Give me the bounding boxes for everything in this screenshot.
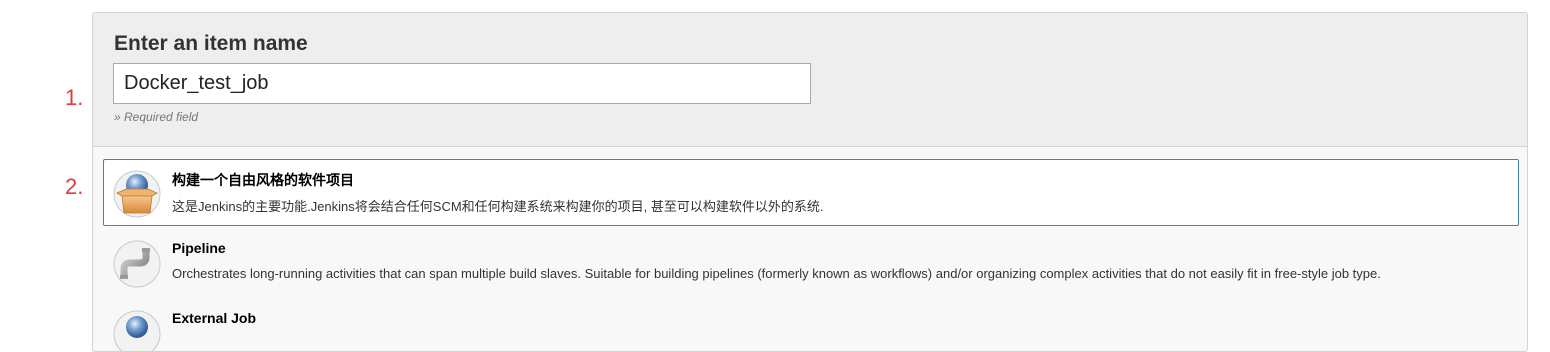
item-name-title: Enter an item name: [114, 32, 308, 55]
external-job-icon: [112, 309, 162, 351]
job-type-label: 构建一个自由风格的软件项目: [172, 172, 354, 188]
job-type-pipeline[interactable]: Pipeline Orchestrates long-running activ…: [103, 229, 1519, 296]
job-type-freestyle[interactable]: 构建一个自由风格的软件项目 这是Jenkins的主要功能.Jenkins将会结合…: [103, 159, 1519, 226]
new-item-panel: Enter an item name » Required field: [92, 12, 1528, 352]
annotation-step-2: 2.: [65, 174, 84, 199]
required-field-hint: » Required field: [114, 110, 199, 124]
job-type-label: Pipeline: [172, 240, 226, 256]
job-type-list: 构建一个自由风格的软件项目 这是Jenkins的主要功能.Jenkins将会结合…: [103, 159, 1519, 351]
annotation-step-1: 1.: [65, 85, 84, 110]
job-type-description: 这是Jenkins的主要功能.Jenkins将会结合任何SCM和任何构建系统来构…: [172, 199, 824, 214]
freestyle-project-icon: [112, 169, 162, 219]
job-type-label: External Job: [172, 310, 257, 326]
job-type-description: Orchestrates long-running activities tha…: [172, 266, 1381, 281]
job-type-external-job[interactable]: External Job: [103, 299, 1519, 351]
pipeline-icon: [112, 239, 162, 289]
item-name-section: Enter an item name » Required field: [93, 13, 1527, 147]
item-name-input[interactable]: [113, 63, 811, 104]
